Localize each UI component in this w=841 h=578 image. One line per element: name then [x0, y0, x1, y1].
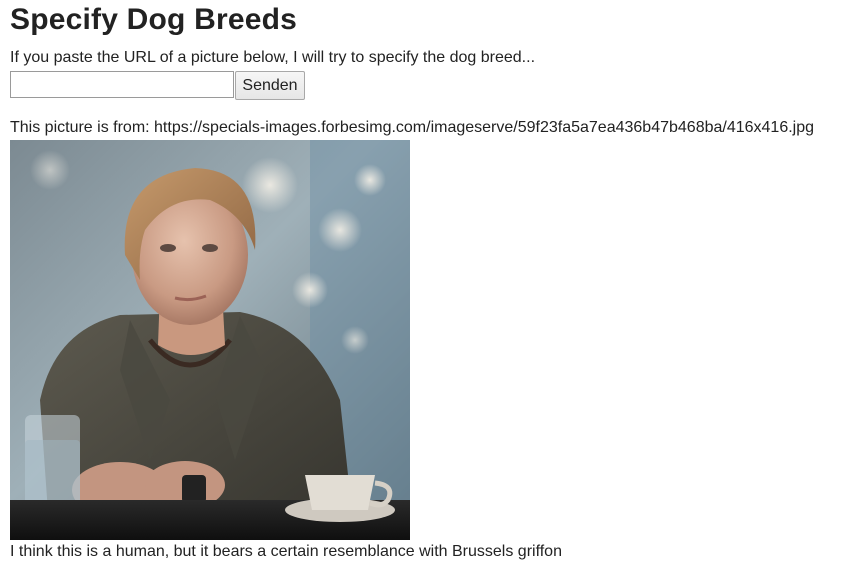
intro-text: If you paste the URL of a picture below,… — [10, 49, 536, 66]
submitted-photo — [10, 140, 410, 540]
picture-source-text: This picture is from: https://specials-i… — [10, 119, 815, 136]
page-title: Specify Dog Breeds — [10, 3, 298, 36]
submit-button[interactable]: Senden — [235, 71, 305, 100]
image-url-input[interactable] — [10, 71, 234, 98]
page: Specify Dog Breeds If you paste the URL … — [0, 0, 841, 578]
breed-prediction-text: I think this is a human, but it bears a … — [10, 543, 562, 560]
